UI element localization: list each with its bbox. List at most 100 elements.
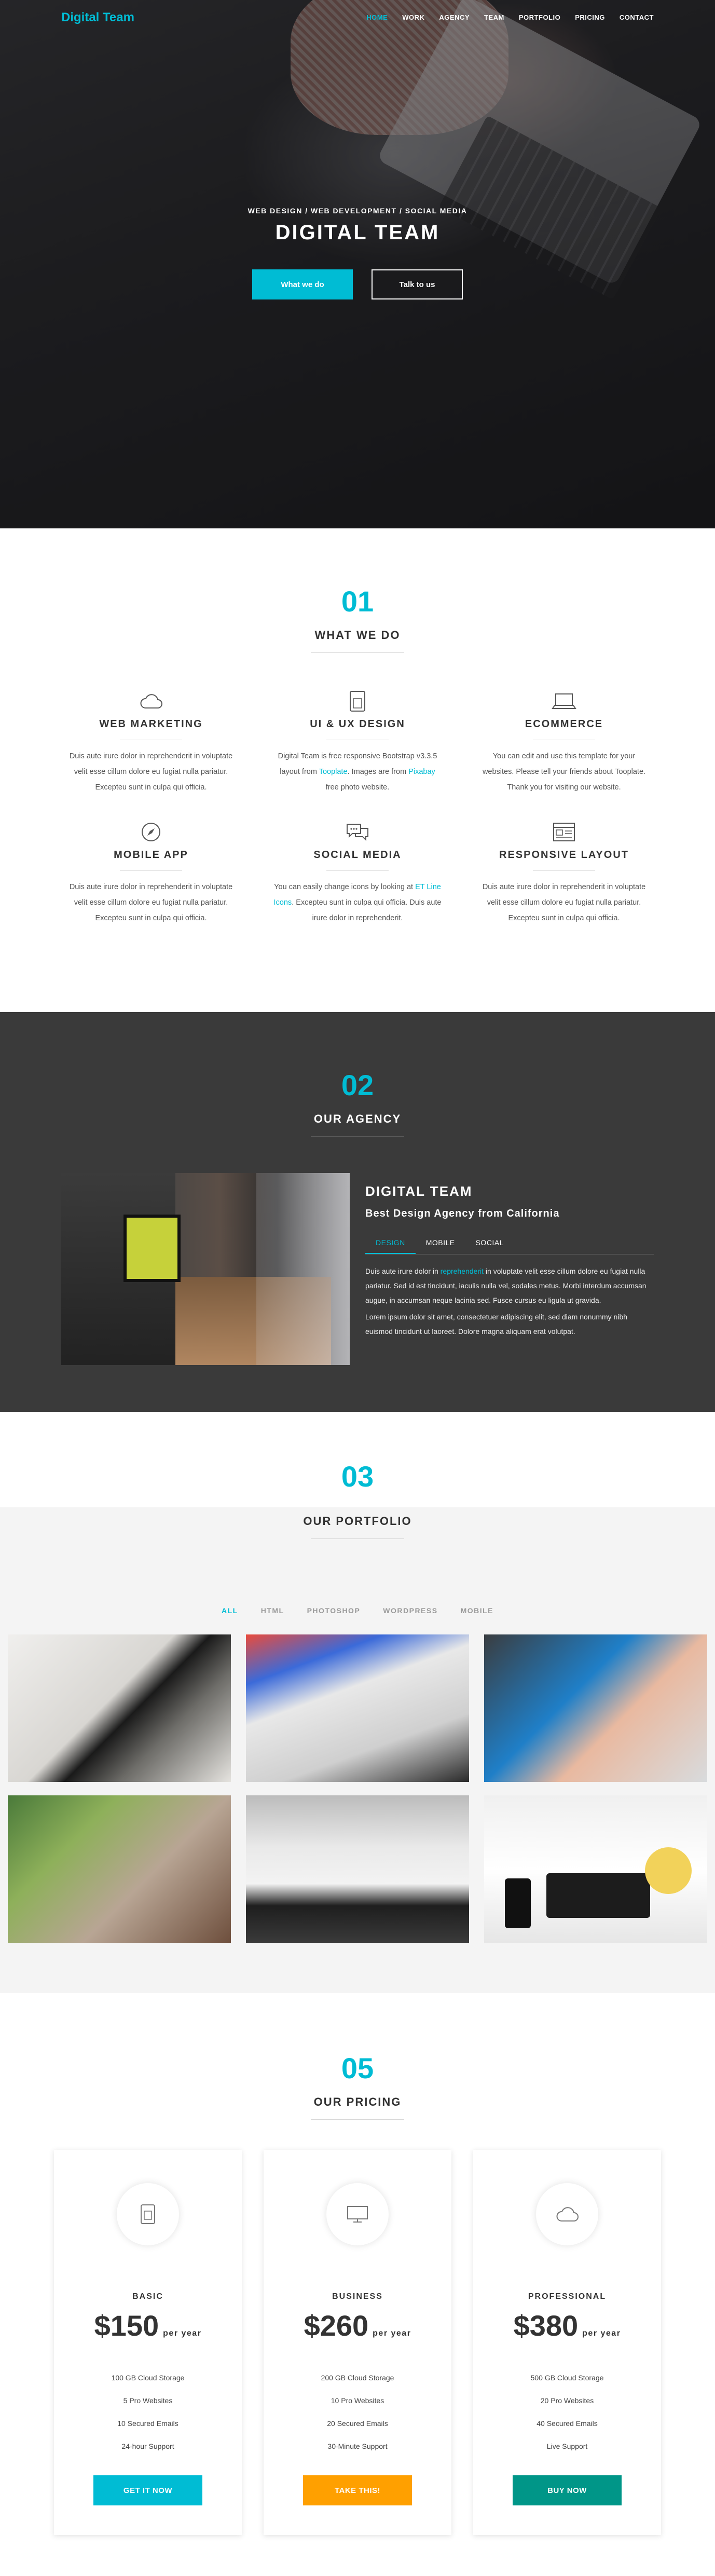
section-divider bbox=[311, 1538, 404, 1539]
service-text: You can easily change icons by looking a… bbox=[273, 883, 442, 922]
service-text: You can edit and use this template for y… bbox=[482, 752, 646, 792]
service-text: Duis aute irure dolor in reprehenderit i… bbox=[69, 883, 233, 922]
chat-icon bbox=[269, 820, 446, 844]
buy-now-button[interactable]: BUY NOW bbox=[513, 2475, 622, 2505]
services-grid: WEB MARKETING Duis aute irure dolor in r… bbox=[63, 689, 652, 926]
what-we-do-button[interactable]: What we do bbox=[252, 269, 353, 299]
laptop-icon bbox=[476, 689, 652, 713]
service-card: UI & UX DESIGN Digital Team is free resp… bbox=[269, 689, 446, 795]
service-title: SOCIAL MEDIA bbox=[313, 849, 402, 861]
nav-item-team[interactable]: TEAM bbox=[484, 13, 504, 21]
section-divider bbox=[311, 652, 404, 653]
tab-mobile[interactable]: MOBILE bbox=[416, 1232, 465, 1254]
agency-content: DIGITAL TEAM Best Design Agency from Cal… bbox=[61, 1173, 654, 1365]
portfolio-item-flatlay[interactable] bbox=[484, 1795, 707, 1943]
hero-title: DIGITAL TEAM bbox=[275, 221, 440, 244]
service-title: RESPONSIVE LAYOUT bbox=[499, 849, 629, 861]
filter-wordpress[interactable]: WORDPRESS bbox=[383, 1606, 437, 1615]
service-title: WEB MARKETING bbox=[99, 718, 203, 730]
portfolio-item-iphone-hands[interactable] bbox=[8, 1795, 231, 1943]
nav-item-portfolio[interactable]: PORTFOLIO bbox=[519, 13, 560, 21]
pricing-section: 05 OUR PRICING BASIC $150 per year 100 GB… bbox=[0, 1993, 715, 2576]
plan-name: PROFESSIONAL bbox=[528, 2292, 607, 2301]
site-logo[interactable]: Digital Team bbox=[61, 10, 134, 25]
filter-html[interactable]: HTML bbox=[261, 1606, 284, 1615]
nav-item-pricing[interactable]: PRICING bbox=[575, 13, 605, 21]
portfolio-item-imac[interactable] bbox=[246, 1634, 469, 1782]
agency-tabs: DESIGN MOBILE SOCIAL bbox=[365, 1232, 654, 1255]
main-navbar: Digital Team HOME WORK AGENCY TEAM PORTF… bbox=[0, 0, 715, 36]
monitor-icon bbox=[326, 2183, 389, 2245]
nav-item-work[interactable]: WORK bbox=[402, 13, 424, 21]
section-divider bbox=[311, 2119, 404, 2120]
agency-section: 02 OUR AGENCY DIGITAL TEAM Best Design A… bbox=[0, 1012, 715, 1412]
get-it-now-button[interactable]: GET IT NOW bbox=[93, 2475, 202, 2505]
section-title: WHAT WE DO bbox=[314, 629, 401, 642]
take-this-button[interactable]: TAKE THIS! bbox=[303, 2475, 412, 2505]
pixabay-link[interactable]: Pixabay bbox=[408, 768, 435, 776]
pricing-card: BUSINESS $260 per year 200 GB Cloud Stora… bbox=[264, 2150, 451, 2535]
section-divider bbox=[311, 1136, 404, 1137]
portfolio-item-keyboard-mouse[interactable] bbox=[246, 1795, 469, 1943]
plan-name: BASIC bbox=[132, 2292, 163, 2301]
portfolio-filters: ALL HTML PHOTOSHOP WORDPRESS MOBILE bbox=[0, 1606, 715, 1615]
service-text: Duis aute irure dolor in reprehenderit i… bbox=[69, 752, 233, 792]
hero-buttons: What we do Talk to us bbox=[0, 269, 715, 299]
nav-item-contact[interactable]: CONTACT bbox=[620, 13, 654, 21]
agency-paragraph: Lorem ipsum dolor sit amet, consectetuer… bbox=[365, 1313, 628, 1335]
plan-name: BUSINESS bbox=[332, 2292, 383, 2301]
section-number: 03 bbox=[341, 1460, 374, 1493]
service-divider bbox=[533, 870, 595, 871]
filter-all[interactable]: ALL bbox=[222, 1606, 238, 1615]
service-divider bbox=[326, 870, 389, 871]
section-title: OUR AGENCY bbox=[313, 1112, 402, 1125]
compass-icon bbox=[63, 820, 239, 844]
icons-link[interactable]: Icons bbox=[274, 898, 292, 907]
tab-design[interactable]: DESIGN bbox=[365, 1232, 416, 1254]
portfolio-grid bbox=[8, 1634, 707, 1943]
plan-features: 500 GB Cloud Storage 20 Pro Websites 40 … bbox=[530, 2374, 604, 2450]
plan-features: 200 GB Cloud Storage 10 Pro Websites 20 … bbox=[321, 2374, 394, 2450]
plan-price: $150 per year bbox=[94, 2309, 202, 2342]
portfolio-item-smartwatch[interactable] bbox=[484, 1634, 707, 1782]
service-card: WEB MARKETING Duis aute irure dolor in r… bbox=[63, 689, 239, 795]
service-title: MOBILE APP bbox=[114, 849, 188, 861]
section-title: OUR PORTFOLIO bbox=[303, 1515, 412, 1528]
filter-mobile[interactable]: MOBILE bbox=[461, 1606, 493, 1615]
tooplate-link[interactable]: Tooplate bbox=[319, 768, 348, 776]
service-text: Digital Team is free responsive Bootstra… bbox=[278, 752, 437, 792]
reprehenderit-link[interactable]: reprehenderit bbox=[441, 1267, 484, 1275]
nav-item-home[interactable]: HOME bbox=[366, 13, 388, 21]
tablet-icon bbox=[269, 689, 446, 713]
plan-price: $260 per year bbox=[304, 2309, 411, 2342]
services-section: 01 WHAT WE DO WEB MARKETING Duis aute ir… bbox=[0, 528, 715, 1012]
portfolio-section: 03 OUR PORTFOLIO ALL HTML PHOTOSHOP WORD… bbox=[0, 1412, 715, 1993]
agency-paragraph: Duis aute irure dolor in reprehenderit i… bbox=[365, 1267, 647, 1304]
filter-photoshop[interactable]: PHOTOSHOP bbox=[307, 1606, 361, 1615]
talk-to-us-button[interactable]: Talk to us bbox=[372, 269, 463, 299]
section-number: 01 bbox=[341, 585, 374, 618]
service-card: SOCIAL MEDIA You can easily change icons… bbox=[269, 820, 446, 926]
service-title: UI & UX DESIGN bbox=[310, 718, 405, 730]
section-number: 05 bbox=[341, 2052, 374, 2084]
hero-section: Digital Team HOME WORK AGENCY TEAM PORTF… bbox=[0, 0, 715, 528]
hero-content: WEB DESIGN / WEB DEVELOPMENT / SOCIAL ME… bbox=[0, 207, 715, 299]
service-card: ECOMMERCE You can edit and use this temp… bbox=[476, 689, 652, 795]
hero-subtitle: WEB DESIGN / WEB DEVELOPMENT / SOCIAL ME… bbox=[248, 207, 468, 215]
nav-item-agency[interactable]: AGENCY bbox=[439, 13, 470, 21]
et-line-link[interactable]: ET Line bbox=[415, 883, 441, 891]
plan-price: $380 per year bbox=[513, 2309, 621, 2342]
portfolio-item-phone-desk[interactable] bbox=[8, 1634, 231, 1782]
tab-social[interactable]: SOCIAL bbox=[465, 1232, 514, 1254]
layout-icon bbox=[476, 820, 652, 844]
pricing-card: PROFESSIONAL $380 per year 500 GB Cloud S… bbox=[473, 2150, 661, 2535]
pricing-card: BASIC $150 per year 100 GB Cloud Storage … bbox=[54, 2150, 242, 2535]
plan-features: 100 GB Cloud Storage 5 Pro Websites 10 S… bbox=[111, 2374, 185, 2450]
cloud-icon bbox=[63, 689, 239, 713]
pricing-grid: BASIC $150 per year 100 GB Cloud Storage … bbox=[0, 2150, 715, 2535]
service-divider bbox=[120, 870, 182, 871]
agency-text: DIGITAL TEAM Best Design Agency from Cal… bbox=[365, 1173, 654, 1365]
section-number: 02 bbox=[341, 1069, 374, 1101]
office-photo bbox=[61, 1173, 350, 1365]
section-title: OUR PRICING bbox=[313, 2095, 402, 2108]
